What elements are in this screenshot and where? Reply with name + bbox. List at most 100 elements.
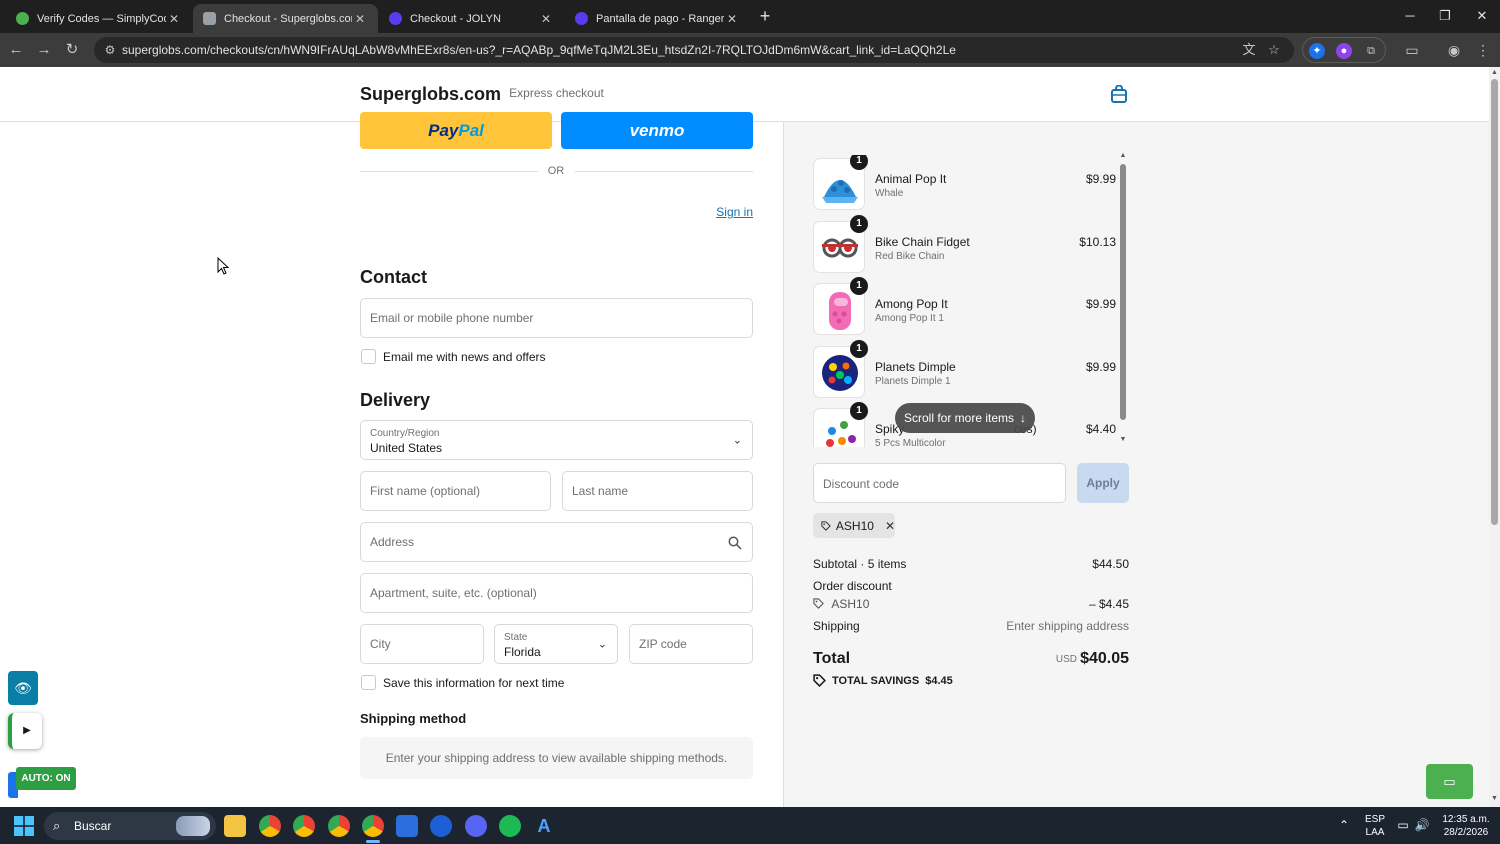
- clock-time: 12:35 a.m.: [1442, 813, 1490, 825]
- last-name-field[interactable]: Last name: [562, 471, 753, 511]
- close-tab-icon[interactable]: ✕: [352, 12, 368, 26]
- city-field[interactable]: City: [360, 624, 484, 664]
- scroll-for-more-button[interactable]: Scroll for more items ↓: [895, 403, 1035, 433]
- photos-icon[interactable]: [396, 815, 418, 837]
- order-discount-row: Order discount: [813, 579, 1129, 593]
- chevron-up-icon[interactable]: ⌃: [1336, 817, 1352, 833]
- or-divider-label: OR: [547, 165, 565, 177]
- menu-kebab-icon[interactable]: ⋮: [1474, 41, 1492, 59]
- scroll-down-arrow-icon[interactable]: ▼: [1489, 795, 1500, 802]
- first-name-field[interactable]: First name (optional): [360, 471, 551, 511]
- chrome-icon[interactable]: [293, 815, 315, 837]
- close-tab-icon[interactable]: ✕: [538, 12, 554, 26]
- delivery-heading: Delivery: [360, 390, 431, 410]
- tab-ranger-ink[interactable]: Pantalla de pago - Ranger Ink ✕: [565, 4, 750, 33]
- site-info-icon[interactable]: ⚙: [102, 42, 118, 58]
- item-price: $10.13: [1079, 235, 1116, 249]
- file-explorer-icon[interactable]: [224, 815, 246, 837]
- bookmark-star-icon[interactable]: ☆: [1266, 42, 1282, 58]
- chrome-icon[interactable]: [328, 815, 350, 837]
- translate-icon[interactable]: 文: [1241, 42, 1257, 58]
- zip-field[interactable]: ZIP code: [629, 624, 753, 664]
- windows-start-icon[interactable]: [14, 816, 34, 836]
- paypal-button[interactable]: Pay Pal: [360, 112, 552, 149]
- page-scrollbar[interactable]: ▲ ▼: [1489, 67, 1500, 807]
- list-item: 1 Among Pop It Among Pop It 1 $9.99: [813, 277, 1116, 335]
- city-placeholder: City: [370, 637, 391, 651]
- tab-verify-codes[interactable]: Verify Codes — SimplyCodes ✕: [6, 4, 192, 33]
- play-icon[interactable]: ▶: [8, 713, 42, 749]
- quantity-badge: 1: [850, 340, 868, 358]
- venmo-button[interactable]: venmo: [561, 112, 753, 149]
- extensions-puzzle-icon[interactable]: ⧉: [1363, 43, 1379, 59]
- discount-code-input[interactable]: Discount code: [813, 463, 1066, 503]
- chat-icon[interactable]: ▭: [1426, 764, 1473, 799]
- item-price: $4.40: [1085, 422, 1116, 436]
- scrollbar-thumb[interactable]: [1491, 79, 1498, 525]
- volume-icon[interactable]: 🔊: [1414, 817, 1430, 833]
- first-name-placeholder: First name (optional): [370, 484, 481, 498]
- sign-in-link[interactable]: Sign in: [700, 205, 753, 219]
- quantity-badge: 1: [850, 155, 868, 170]
- language-indicator[interactable]: ESP LAA: [1362, 807, 1388, 844]
- shipping-method-heading: Shipping method: [360, 711, 467, 726]
- paypal-logo-pay: Pay: [428, 120, 459, 140]
- subtotal-value: $44.50: [1092, 557, 1129, 571]
- auto-on-badge[interactable]: AUTO: ON: [16, 767, 76, 790]
- tab-jolyn-checkout[interactable]: Checkout - JOLYN ✕: [379, 4, 564, 33]
- quantity-badge: 1: [850, 215, 868, 233]
- forward-icon[interactable]: →: [34, 40, 54, 60]
- email-field[interactable]: Email or mobile phone number: [360, 298, 753, 338]
- save-info-label[interactable]: Save this information for next time: [383, 676, 564, 690]
- chrome-icon[interactable]: [259, 815, 281, 837]
- close-tab-icon[interactable]: ✕: [166, 12, 182, 26]
- superglobs-favicon-icon: [203, 12, 216, 25]
- arrow-down-icon: ↓: [1020, 411, 1027, 425]
- quantity-badge: 1: [850, 402, 868, 420]
- item-name: Among Pop It: [875, 297, 948, 311]
- scroll-down-arrow-icon[interactable]: ▼: [1118, 436, 1128, 443]
- spotify-icon[interactable]: [499, 815, 521, 837]
- reload-icon[interactable]: ↻: [62, 40, 82, 60]
- minimize-icon[interactable]: ─: [1398, 6, 1422, 26]
- shopping-bag-icon[interactable]: [1110, 85, 1128, 103]
- extension-pin-icon[interactable]: ✦: [1309, 43, 1325, 59]
- shipping-label: Shipping: [813, 619, 860, 633]
- news-checkbox-label[interactable]: Email me with news and offers: [383, 350, 546, 364]
- item-name: Bike Chain Fidget: [875, 235, 970, 249]
- extension-purple-icon[interactable]: ●: [1336, 43, 1352, 59]
- app-a-icon[interactable]: A: [533, 815, 555, 837]
- back-icon[interactable]: ←: [6, 40, 26, 60]
- clock[interactable]: 12:35 a.m. 28/2/2026: [1438, 807, 1494, 844]
- close-tab-icon[interactable]: ✕: [724, 12, 740, 26]
- apply-discount-button[interactable]: Apply: [1077, 463, 1129, 503]
- scrollbar-thumb[interactable]: [1120, 164, 1126, 420]
- scroll-up-arrow-icon[interactable]: ▲: [1118, 152, 1128, 159]
- chrome-active-icon[interactable]: [362, 815, 384, 837]
- url-text[interactable]: superglobs.com/checkouts/cn/hWN9IFrAUqLA…: [122, 43, 956, 57]
- tab-search-icon[interactable]: ▭: [1403, 41, 1421, 59]
- search-icon: [728, 536, 742, 550]
- scroll-up-arrow-icon[interactable]: ▲: [1489, 69, 1500, 76]
- eye-icon[interactable]: 👁: [8, 671, 38, 705]
- news-checkbox[interactable]: [361, 349, 376, 364]
- close-window-icon[interactable]: ✕: [1470, 6, 1494, 26]
- order-items-scrollbar[interactable]: ▲ ▼: [1118, 152, 1128, 448]
- state-select[interactable]: State Florida ⌄: [494, 624, 618, 664]
- tab-superglobs-checkout[interactable]: Checkout - Superglobs.com ✕: [193, 4, 378, 33]
- network-icon[interactable]: ▭: [1395, 817, 1411, 833]
- address-bar[interactable]: ⚙ superglobs.com/checkouts/cn/hWN9IFrAUq…: [94, 37, 1294, 63]
- discord-icon[interactable]: [465, 815, 487, 837]
- address-field[interactable]: Address: [360, 522, 753, 562]
- new-tab-button[interactable]: +: [755, 6, 775, 26]
- remove-code-icon[interactable]: ✕: [885, 519, 895, 533]
- mouse-cursor-icon: [217, 257, 229, 275]
- apartment-field[interactable]: Apartment, suite, etc. (optional): [360, 573, 753, 613]
- profile-icon[interactable]: ◉: [1445, 41, 1463, 59]
- save-info-checkbox[interactable]: [361, 675, 376, 690]
- country-select[interactable]: Country/Region United States ⌄: [360, 420, 753, 460]
- browser-app-icon[interactable]: [430, 815, 452, 837]
- taskbar-search[interactable]: ⌕ Buscar: [44, 812, 216, 840]
- tab-title: Checkout - Superglobs.com: [224, 12, 352, 25]
- restore-icon[interactable]: ❐: [1433, 6, 1457, 26]
